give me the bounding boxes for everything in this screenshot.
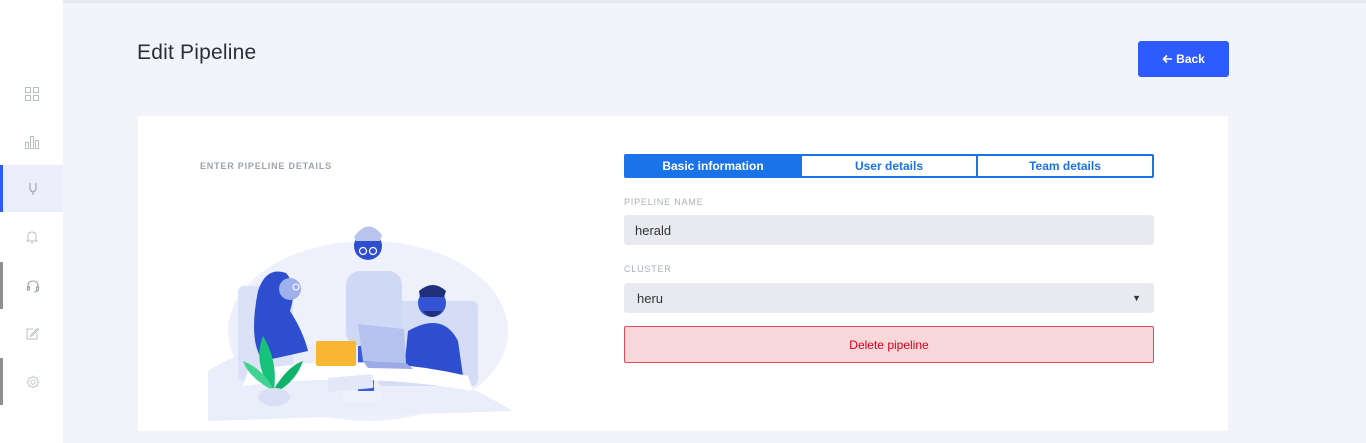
cluster-label: CLUSTER (624, 264, 672, 274)
sidebar-item-analytics[interactable] (0, 118, 63, 165)
arrow-left-icon (1162, 54, 1173, 64)
sidebar-item-edit[interactable] (0, 310, 63, 357)
tab-user-details[interactable]: User details (800, 156, 976, 176)
section-label: ENTER PIPELINE DETAILS (200, 161, 332, 171)
team-collaboration-illustration (208, 226, 513, 421)
dashboard-grid-icon (24, 86, 39, 101)
headset-icon (26, 279, 40, 293)
sidebar (0, 0, 63, 443)
sidebar-item-notifications[interactable] (0, 213, 63, 260)
pipeline-branch-icon (29, 182, 37, 195)
pipeline-name-input[interactable] (624, 215, 1154, 245)
back-button[interactable]: Back (1138, 41, 1229, 77)
dropdown-arrow-icon: ▼ (1132, 293, 1141, 303)
delete-pipeline-button[interactable]: Delete pipeline (624, 326, 1154, 363)
pipeline-name-label: PIPELINE NAME (624, 197, 704, 207)
main-content: Edit Pipeline Back ENTER PIPELINE DETAIL… (63, 3, 1366, 443)
edit-icon (26, 327, 39, 339)
sidebar-item-pipelines[interactable] (0, 165, 63, 212)
sidebar-item-settings[interactable] (0, 358, 63, 405)
sidebar-item-support[interactable] (0, 262, 63, 309)
tab-basic-information[interactable]: Basic information (626, 156, 800, 176)
sidebar-item-dashboard[interactable] (0, 70, 63, 117)
back-button-label: Back (1176, 52, 1205, 66)
bar-chart-icon (24, 135, 39, 149)
page-title: Edit Pipeline (137, 41, 257, 64)
cluster-select[interactable]: heru ▼ (624, 283, 1154, 313)
settings-icon (26, 375, 40, 388)
tab-team-details[interactable]: Team details (976, 156, 1152, 176)
cluster-selected-value: heru (637, 290, 664, 306)
pipeline-form-card: ENTER PIPELINE DETAILS Basic information… (138, 116, 1228, 431)
bell-icon (25, 230, 38, 243)
form-tabs: Basic information User details Team deta… (624, 154, 1154, 178)
